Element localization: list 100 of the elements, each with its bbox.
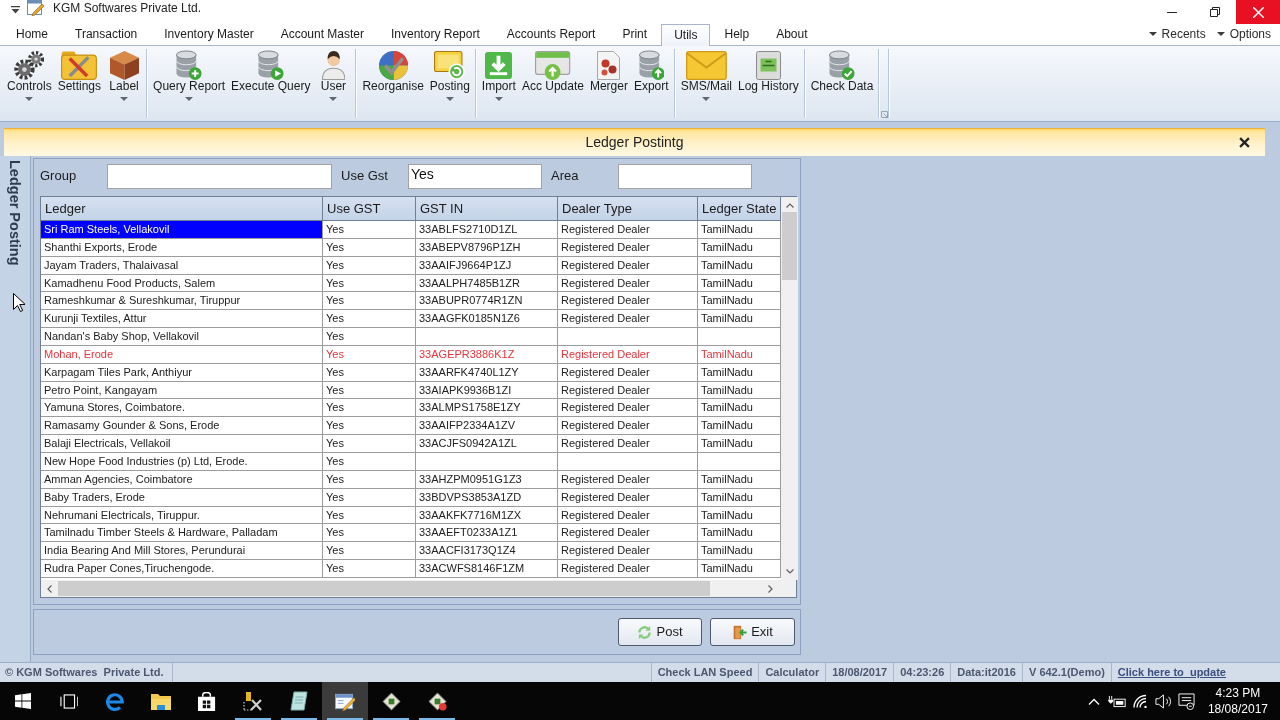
column-header[interactable]: GST IN (416, 197, 558, 220)
caret-icon (120, 97, 129, 101)
table-cell: Yes (323, 470, 416, 488)
chevron-down-icon[interactable] (785, 569, 794, 574)
ribbon-button[interactable]: Query Report (150, 49, 229, 118)
table-cell: Registered Dealer (558, 310, 698, 328)
table-cell: Kamadhenu Food Products, Salem (41, 274, 323, 292)
ribbon-button[interactable]: User (313, 49, 354, 118)
field-label: Group (40, 168, 78, 184)
browser-icon (105, 691, 125, 711)
ribbon-button[interactable]: Export (630, 49, 672, 118)
table-cell: Nandan's Baby Shop, Vellakovil (41, 328, 323, 345)
menu-tab[interactable]: Accounts Report (493, 24, 609, 45)
table-cell: 33AAIFJ9664P1ZJ (416, 256, 558, 274)
table-cell: Registered Dealer (558, 435, 698, 452)
table-cell: Yes (323, 506, 416, 524)
ribbon-button[interactable]: Acc Update (518, 49, 587, 118)
ribbon-button[interactable]: Reorganise (359, 49, 427, 118)
caret-icon (494, 97, 503, 101)
ribbon-button[interactable]: Merger (586, 49, 631, 118)
table-cell: Registered Dealer (558, 221, 698, 238)
menu-tab[interactable]: Account Master (267, 24, 377, 45)
menu-tab[interactable]: Print (609, 24, 661, 45)
table-cell: Yes (323, 238, 416, 256)
card-up-arrow-icon (535, 50, 571, 80)
ribbon-button[interactable]: Check Data (807, 49, 877, 118)
folder-tools-icon (61, 50, 98, 80)
table-cell: 33ACJFS0942A1ZL (416, 435, 558, 452)
ribbon-button[interactable]: SMS/Mail (677, 49, 735, 118)
close-icon (1239, 136, 1250, 148)
table-cell: India Bearing And Mill Stores, Perundurai (41, 542, 323, 560)
menu-tab[interactable]: Help (711, 24, 763, 45)
table-cell: Yes (323, 274, 416, 292)
menu-tab[interactable]: Inventory Master (151, 24, 267, 45)
table-cell: Registered Dealer (558, 381, 698, 399)
menu-tab[interactable]: Utils (661, 24, 711, 46)
volume-icon[interactable] (1155, 693, 1172, 709)
dropdown-button[interactable]: Options (1216, 27, 1271, 42)
table-cell: Karpagam Tiles Park, Anthiyur (41, 363, 323, 381)
table-cell: Yes (323, 221, 416, 238)
ribbon-button[interactable]: Import (478, 49, 519, 118)
column-header[interactable]: Ledger (41, 197, 323, 220)
table-cell: Registered Dealer (558, 363, 698, 381)
chevron-left-icon[interactable] (47, 584, 52, 593)
table-cell: Yes (323, 435, 416, 452)
table-cell: Mohan, Erode (41, 345, 323, 363)
menu-tab[interactable]: About (763, 24, 821, 45)
input-field[interactable] (107, 163, 332, 189)
database-check-icon (829, 50, 855, 80)
scrollbar-thumb[interactable] (58, 581, 710, 596)
column-header[interactable]: Dealer Type (558, 197, 698, 220)
table-cell: New Hope Food Industries (p) Ltd, Erode. (41, 452, 323, 470)
ribbon-button[interactable]: Controls (4, 49, 55, 118)
download-icon (485, 51, 513, 79)
clock-time[interactable]: 4:23 PM (1207, 685, 1268, 701)
mouse-pointer-icon (13, 293, 25, 312)
scrollbar-thumb[interactable] (782, 212, 797, 280)
input-field[interactable]: Yes (408, 163, 542, 189)
table-cell: 33ALMPS1758E1ZY (416, 399, 558, 417)
menu-tab[interactable]: Transaction (62, 24, 151, 45)
table-cell: 33ABUPR0774R1ZN (416, 292, 558, 310)
input-field[interactable] (618, 163, 752, 189)
table-cell: 33AARFK4740L1ZY (416, 363, 558, 381)
card-refresh-icon (434, 50, 466, 80)
gears-icon (14, 50, 45, 80)
ribbon-button[interactable]: Settings (54, 49, 105, 118)
taskbar-button[interactable] (322, 682, 368, 720)
refresh-icon (637, 624, 653, 640)
ribbon-button[interactable]: Posting (426, 49, 473, 118)
ribbon-button[interactable]: Log History (734, 49, 802, 118)
ribbon-button[interactable]: Execute Query (228, 49, 314, 118)
dropdown-button[interactable]: Recents (1148, 27, 1206, 42)
action-button[interactable]: Exit (710, 618, 795, 646)
ribbon-button[interactable]: Label (104, 49, 145, 118)
diamond-icon (381, 691, 401, 711)
clock-date[interactable]: 18/08/2017 (1207, 701, 1268, 717)
close-button[interactable] (1239, 136, 1251, 149)
document-icon (597, 50, 621, 80)
battery-plug-icon[interactable] (1108, 694, 1127, 708)
menu-tab[interactable]: Home (3, 24, 61, 45)
notification-icon[interactable] (1177, 692, 1195, 710)
table-cell: 33BDVPS3853A1ZD (416, 488, 558, 506)
vertical-scrollbar[interactable] (781, 197, 798, 580)
menu-tab[interactable]: Inventory Report (378, 24, 493, 45)
table-cell: Yes (323, 542, 416, 560)
side-tab[interactable]: Ledger Posting (7, 160, 23, 266)
table-cell: Registered Dealer (558, 506, 698, 524)
caret-icon[interactable] (11, 6, 20, 14)
table-cell: Balaji Electricals, Vellakoil (41, 435, 323, 452)
table-cell: Yes (323, 452, 416, 470)
table-cell: Rameshkumar & Sureshkumar, Tiruppur (41, 292, 323, 310)
table-cell: Yes (323, 399, 416, 417)
table-cell: Nehrumani Electricals, Tiruppur. (41, 506, 323, 524)
column-header[interactable]: Use GST (323, 197, 416, 220)
chevron-right-icon[interactable] (768, 584, 773, 593)
wifi-icon[interactable] (1132, 694, 1149, 708)
action-button[interactable]: Post (618, 618, 702, 646)
horizontal-scrollbar[interactable] (41, 580, 796, 597)
caret-icon (1148, 32, 1157, 37)
folder-icon (151, 692, 171, 710)
